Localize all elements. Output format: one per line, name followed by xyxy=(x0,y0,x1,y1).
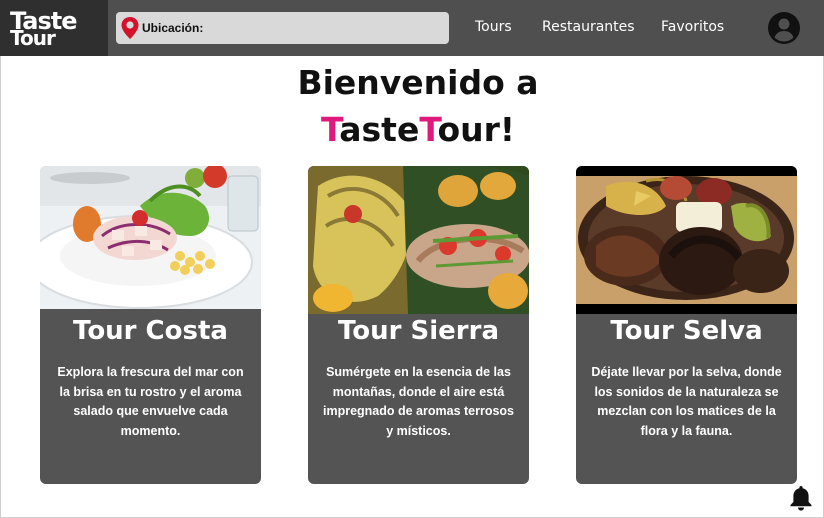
welcome-heading-brand: TasteTour! xyxy=(0,110,824,149)
brand-text-part2: our! xyxy=(437,110,515,149)
card-description: Déjate llevar por la selva, donde los so… xyxy=(591,365,782,438)
card-title: Tour Sierra xyxy=(338,316,499,346)
nav-link-restaurantes[interactable]: Restaurantes xyxy=(542,19,635,35)
nav-link-favoritos[interactable]: Favoritos xyxy=(661,19,724,35)
logo-text-line2: Tour xyxy=(10,26,56,50)
notification-bell-icon[interactable] xyxy=(788,484,814,512)
top-navbar: Taste Tour Ubicación: Tours Restaurantes… xyxy=(0,0,824,56)
tastetour-logo[interactable]: Taste Tour xyxy=(0,0,108,56)
brand-text-part1: aste xyxy=(339,110,420,149)
pachamanca-dish-image xyxy=(308,166,529,314)
brand-letter-t2: T xyxy=(419,110,438,149)
nav-link-tours[interactable]: Tours xyxy=(475,19,512,35)
selva-platter-image xyxy=(576,166,797,314)
tour-card-sierra[interactable]: Tour Sierra Sumérgete en la esencia de l… xyxy=(308,166,529,484)
tour-card-selva[interactable]: Tour Selva Déjate llevar por la selva, d… xyxy=(576,166,797,484)
ceviche-dish-image xyxy=(40,166,261,309)
card-title: Tour Selva xyxy=(610,316,763,346)
brand-letter-t1: T xyxy=(321,110,340,149)
location-pin-icon xyxy=(121,17,139,39)
card-description: Explora la frescura del mar con la brisa… xyxy=(57,365,244,438)
location-search-bar[interactable]: Ubicación: xyxy=(116,12,449,44)
tour-card-costa[interactable]: Tour Costa Explora la frescura del mar c… xyxy=(40,166,261,484)
location-label: Ubicación: xyxy=(142,21,204,35)
welcome-heading-line1: Bienvenido a xyxy=(297,63,539,102)
user-avatar-icon[interactable] xyxy=(768,12,800,44)
card-title: Tour Costa xyxy=(73,316,228,346)
card-description: Sumérgete en la esencia de las montañas,… xyxy=(322,365,515,438)
